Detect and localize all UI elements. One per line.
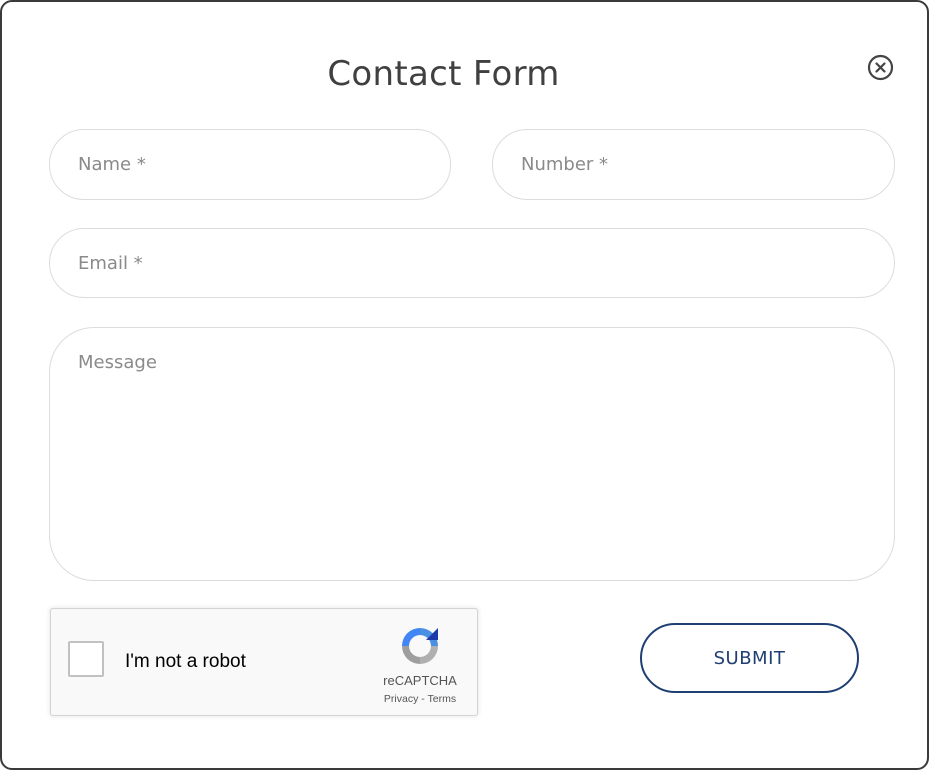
recaptcha-links: Privacy - Terms [371, 693, 469, 705]
message-field[interactable] [49, 327, 895, 581]
recaptcha-label: I'm not a robot [125, 651, 246, 672]
form-title: Contact Form [327, 54, 560, 94]
recaptcha-logo-icon [402, 628, 438, 664]
recaptcha-widget: I'm not a robot reCAPTCHA Privacy - Term… [50, 608, 478, 716]
email-field[interactable] [49, 228, 895, 298]
terms-link[interactable]: Terms [428, 693, 457, 705]
name-field[interactable] [49, 129, 451, 200]
number-field[interactable] [492, 129, 895, 200]
submit-button[interactable]: SUBMIT [640, 623, 859, 693]
recaptcha-checkbox[interactable] [68, 641, 104, 677]
contact-form-modal: Contact Form I'm not a robot reCAPTCHA P… [0, 0, 929, 770]
recaptcha-brand: reCAPTCHA [383, 673, 457, 688]
close-icon[interactable] [867, 54, 894, 81]
link-separator: - [418, 693, 428, 705]
privacy-link[interactable]: Privacy [384, 693, 418, 705]
